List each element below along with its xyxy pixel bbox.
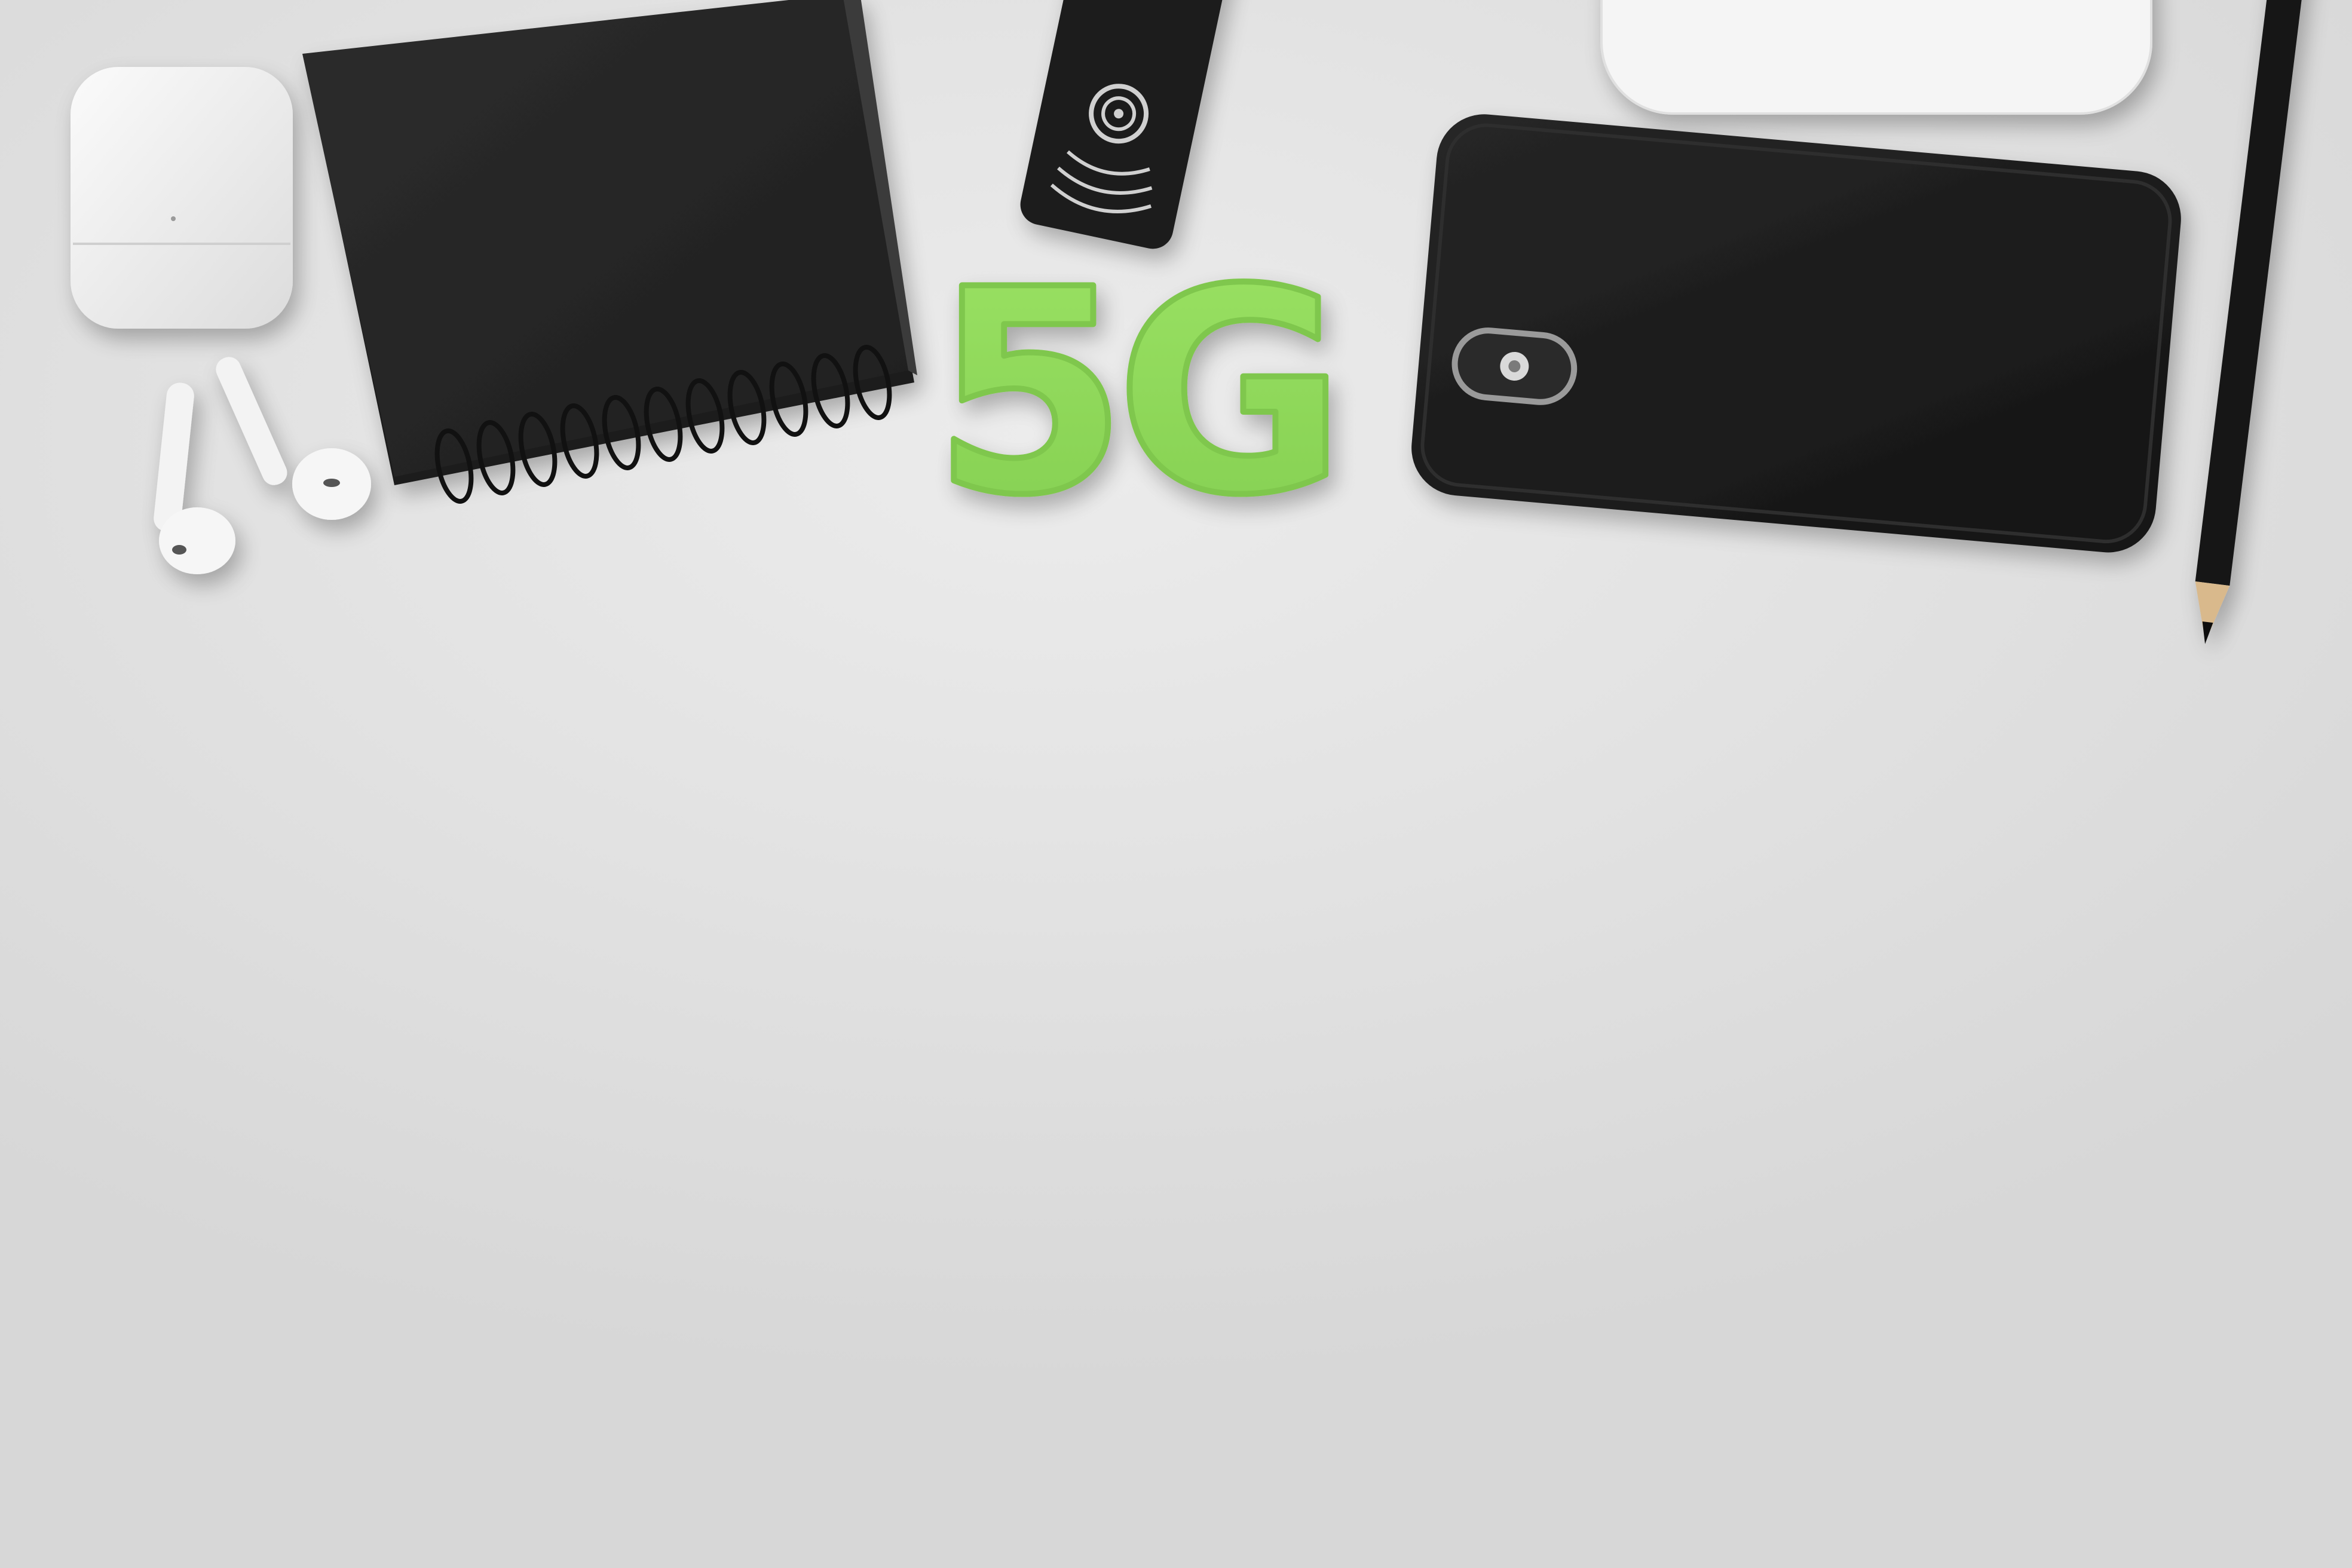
airpods-case [71, 67, 293, 329]
left-earbud [154, 382, 235, 574]
pencil [2195, 0, 2307, 644]
5g-label: 5G [932, 229, 1334, 556]
spiral-notebook [302, 0, 917, 485]
white-device [1600, 0, 2152, 115]
smartphone [1411, 114, 2181, 553]
right-earbud [216, 357, 371, 520]
desk-photo-scene: 5G [0, 0, 2352, 1568]
remote-control [1020, 0, 1230, 249]
photo-illustration: 5G [71, 0, 2307, 644]
5g-foam-letters: 5G [929, 226, 1349, 559]
